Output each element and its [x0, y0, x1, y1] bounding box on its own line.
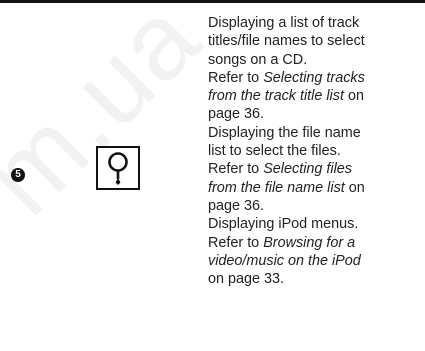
reference-link: from the file name list: [208, 179, 345, 196]
reference-link: Selecting files: [263, 161, 352, 178]
text-line: video/music on the iPod: [208, 252, 420, 270]
text-line: Displaying iPod menus.: [208, 216, 359, 233]
text-line: Refer to Browsing for a: [208, 234, 356, 251]
description-text: Displaying a list of track titles/file n…: [208, 14, 420, 288]
top-rule: [0, 0, 425, 3]
text-line: list to select the files.: [208, 143, 341, 160]
text-line: Refer to Selecting tracks: [208, 69, 365, 86]
reference-link: video/music on the iPod: [208, 252, 361, 269]
reference-link: Browsing for a: [263, 234, 356, 251]
text-line: titles/file names to select: [208, 33, 365, 50]
reference-link: from the track title list: [208, 88, 344, 105]
text-line: from the track title list on: [208, 88, 364, 105]
text-line: songs on a CD.: [208, 51, 308, 68]
text-line: on page 33.: [208, 271, 285, 288]
text-line: Displaying the file name: [208, 124, 361, 141]
text-line: Refer to Selecting files: [208, 161, 352, 178]
text-line: page 36.: [208, 106, 265, 123]
row-number-badge: 5: [11, 168, 25, 182]
magnifier-icon: [96, 146, 140, 190]
reference-link: Selecting tracks: [263, 69, 365, 86]
text-line: page 36.: [208, 197, 265, 214]
text-line: from the file name list on: [208, 179, 365, 196]
text-line: Displaying a list of track: [208, 15, 360, 31]
watermark: m.ua: [0, 0, 223, 237]
